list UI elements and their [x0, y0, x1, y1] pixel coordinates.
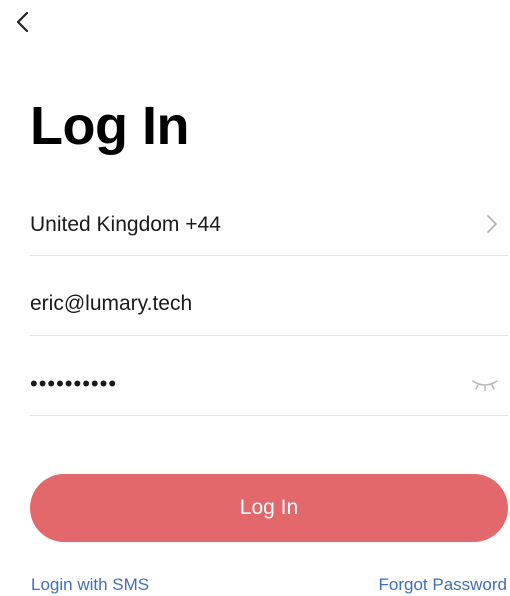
- email-field[interactable]: [30, 289, 450, 319]
- chevron-right-icon: [486, 214, 498, 239]
- page-title: Log In: [30, 96, 189, 156]
- back-button[interactable]: [10, 6, 38, 38]
- login-button[interactable]: Log In: [30, 474, 508, 542]
- login-with-sms-link[interactable]: Login with SMS: [31, 574, 149, 596]
- password-field[interactable]: [30, 369, 450, 399]
- region-value: United Kingdom +44: [30, 213, 221, 236]
- region-selector[interactable]: United Kingdom +44: [30, 176, 508, 256]
- email-field-row: [30, 256, 508, 336]
- forgot-password-link[interactable]: Forgot Password: [379, 574, 508, 596]
- chevron-left-icon: [10, 6, 38, 38]
- eye-closed-icon[interactable]: [470, 376, 500, 394]
- password-field-row: [30, 336, 508, 416]
